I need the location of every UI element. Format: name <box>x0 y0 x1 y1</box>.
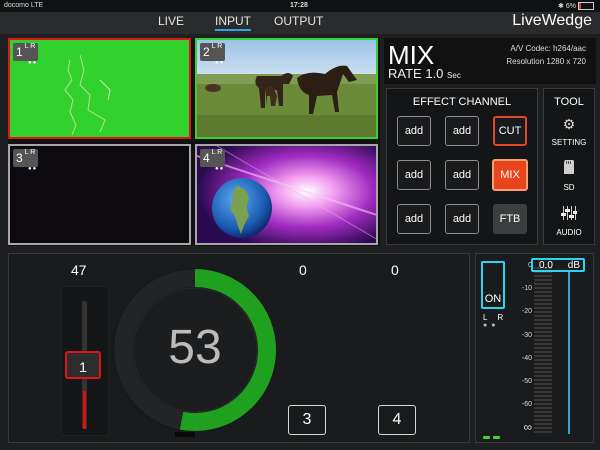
clock: 17:28 <box>290 2 308 9</box>
mix-button[interactable]: MIX <box>492 159 528 191</box>
lr-label: L R <box>483 313 508 322</box>
add-button[interactable]: add <box>397 116 431 146</box>
scale-label: -60 <box>521 401 532 408</box>
source-3-button[interactable]: 3 <box>288 405 326 435</box>
top-nav: LIVE INPUT OUTPUT LiveWedge <box>0 12 600 34</box>
mixer-icon <box>561 206 577 220</box>
tab-input[interactable]: INPUT <box>215 14 251 31</box>
scale-label: ∞ <box>523 420 532 434</box>
input-badge: 4L R ●● <box>200 149 226 172</box>
add-button[interactable]: add <box>445 116 479 146</box>
tab-live[interactable]: LIVE <box>158 14 184 28</box>
audio-dots-icon: ●● <box>28 60 38 66</box>
ftb-button[interactable]: FTB <box>493 204 527 234</box>
setting-label: SETTING <box>551 138 587 147</box>
input-badge: 3L R ●● <box>13 149 39 172</box>
db-readout[interactable]: 0.0 dB <box>531 258 585 272</box>
input-2[interactable]: 2L R ●● <box>195 38 378 139</box>
transition-fader[interactable]: 1 <box>61 286 109 436</box>
audio-on-toggle[interactable]: ON <box>481 261 505 309</box>
source-4-button[interactable]: 4 <box>378 405 416 435</box>
input-grid: 1L R ●● 2L R ●● 3 L R ●● 4 L R ●● <box>8 38 380 246</box>
fader-knob[interactable]: 1 <box>65 351 101 379</box>
input-1[interactable]: 1L R ●● <box>8 38 191 139</box>
sd-label: SD <box>563 183 575 192</box>
status-bar: docomo LTE 17:28 ✱ 6% <box>0 0 600 12</box>
scale-label: 0 <box>528 262 532 269</box>
value-4: 0 <box>391 262 399 278</box>
gear-icon: ⚙ <box>562 116 576 132</box>
audio-dots-icon: ●● <box>215 60 225 66</box>
effect-channel-panel: EFFECT CHANNEL add add CUT add add MIX a… <box>386 88 538 245</box>
mix-info-panel: MIX RATE 1.0 Sec A/V Codec: h264/aac Res… <box>384 38 596 84</box>
battery-icon <box>578 2 594 11</box>
level-led-right <box>493 436 500 439</box>
carrier-label: docomo LTE <box>4 2 44 9</box>
scale-label: -40 <box>521 355 532 362</box>
scale-label: -10 <box>521 285 532 292</box>
tab-output[interactable]: OUTPUT <box>274 14 323 28</box>
brand-logo: LiveWedge <box>512 12 592 29</box>
input-3[interactable]: 3L R ●● <box>8 144 191 245</box>
effect-channel-title: EFFECT CHANNEL <box>412 96 512 108</box>
codec-label: A/V Codec: h264/aac <box>510 44 586 53</box>
stream-info: A/V Codec: h264/aac Resolution 1280 x 72… <box>506 42 586 68</box>
level-led-left <box>483 436 490 439</box>
dial-value: 53 <box>168 321 222 374</box>
battery-indicator: ✱ 6% <box>558 2 594 11</box>
input-badge: 2L R ●● <box>200 43 226 66</box>
sd-card-icon <box>564 160 574 174</box>
tool-title: TOOL <box>554 96 584 108</box>
left-value: 47 <box>71 262 87 278</box>
transition-control-panel: 47 0 0 1 53 3 4 <box>8 253 470 443</box>
scale-label: -20 <box>521 308 532 315</box>
audio-label: AUDIO <box>556 228 582 237</box>
audio-dots-icon: ●● <box>28 166 38 172</box>
input-4[interactable]: 4L R ●● <box>195 144 378 245</box>
value-3: 0 <box>299 262 307 278</box>
audio-volume-slider[interactable] <box>568 270 570 434</box>
add-button[interactable]: add <box>397 204 431 234</box>
rate-display: RATE 1.0 Sec <box>388 66 461 81</box>
add-button[interactable]: add <box>445 204 479 234</box>
resolution-label: Resolution 1280 x 720 <box>506 57 586 66</box>
bluetooth-icon: ✱ <box>558 3 564 10</box>
input-badge: 1L R ●● <box>13 43 39 66</box>
add-button[interactable]: add <box>445 160 479 190</box>
audio-panel: ON L R ●● 0 -10 -20 -30 -40 -50 -60 ∞ 0.… <box>475 253 594 443</box>
cut-button[interactable]: CUT <box>493 116 527 146</box>
audio-dots-icon: ●● <box>215 166 225 172</box>
scale-label: -50 <box>521 378 532 385</box>
fader-level <box>83 391 86 429</box>
add-button[interactable]: add <box>397 160 431 190</box>
scale-label: -30 <box>521 332 532 339</box>
tool-panel: TOOL ⚙ SETTING SD AUDIO <box>543 88 595 245</box>
lr-dots-icon: ●● <box>483 322 500 329</box>
